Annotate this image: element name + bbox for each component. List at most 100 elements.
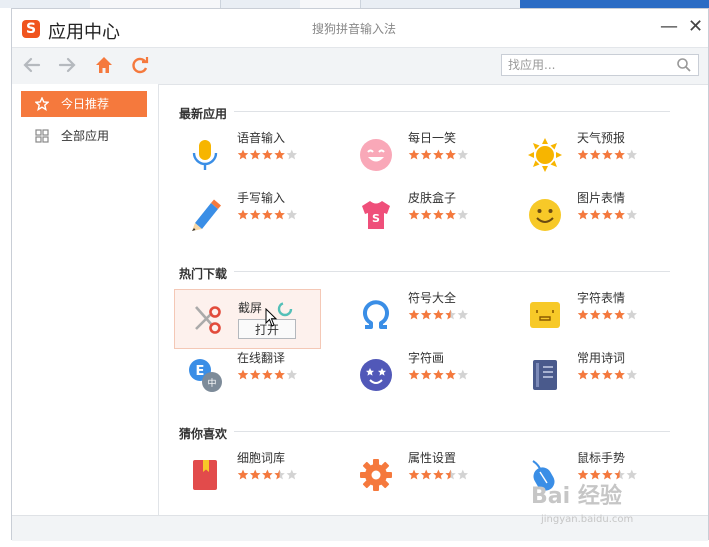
- star-icon: [626, 209, 637, 220]
- sogou-logo: S: [22, 20, 40, 38]
- star-icon: [262, 209, 273, 220]
- star-icon: [602, 149, 613, 160]
- svg-text:E: E: [196, 364, 205, 379]
- star-icon: [286, 369, 297, 380]
- app-name: 符号大全: [408, 291, 457, 305]
- app-card[interactable]: 字符画: [345, 348, 493, 402]
- app-card[interactable]: 手写输入: [174, 188, 322, 242]
- background-taskbar: [0, 0, 709, 8]
- character-face-icon: [530, 302, 560, 328]
- app-card[interactable]: 属性设置: [345, 448, 493, 502]
- star-icon: [250, 209, 261, 220]
- star-icon: [433, 209, 444, 220]
- forward-arrow-icon[interactable]: [56, 54, 78, 76]
- rating-stars: [408, 309, 470, 324]
- translate-icon: E 中: [189, 359, 222, 392]
- star-icon: [433, 469, 444, 480]
- window-title: 搜狗拼音输入法: [312, 22, 397, 36]
- svg-text:S: S: [372, 212, 380, 225]
- app-name: 属性设置: [408, 451, 457, 465]
- bookmark-book-icon: [193, 460, 217, 490]
- book-icon: [533, 360, 557, 390]
- rating-stars: [408, 149, 470, 164]
- rating-stars: [577, 309, 639, 324]
- app-name: 皮肤盒子: [408, 191, 457, 205]
- refresh-icon[interactable]: [129, 54, 151, 76]
- star-icon: [457, 309, 468, 320]
- app-name: 鼠标手势: [577, 451, 626, 465]
- star-rating-svg: [408, 209, 468, 220]
- app-card[interactable]: 语音输入: [174, 128, 322, 182]
- star-icon: [421, 309, 432, 320]
- star-icon: [457, 369, 468, 380]
- mouse-cursor-icon: [265, 308, 278, 327]
- app-card[interactable]: 字符表情: [514, 288, 662, 342]
- app-center-window: S 应用中心 搜狗拼音输入法 — ✕ 今日推荐: [11, 8, 709, 541]
- section-title-latest: 最新应用: [179, 107, 228, 121]
- rating-stars: [237, 469, 299, 484]
- app-card[interactable]: S 皮肤盒子: [345, 188, 493, 242]
- star-rating-svg: [237, 209, 297, 220]
- app-card[interactable]: 图片表情: [514, 188, 662, 242]
- app-card[interactable]: 常用诗词: [514, 348, 662, 402]
- rating-stars: [408, 469, 470, 484]
- star-icon: [274, 369, 285, 380]
- star-icon: [286, 209, 297, 220]
- app-card[interactable]: 每日一笑: [345, 128, 493, 182]
- section-title-guess-you-like: 猜你喜欢: [179, 427, 228, 441]
- sun-icon: [528, 138, 562, 172]
- app-name: 天气预报: [577, 131, 626, 145]
- star-rating-svg: [577, 149, 637, 160]
- home-icon[interactable]: [93, 54, 115, 76]
- star-icon: [35, 97, 49, 111]
- sidebar-item-today-recommend[interactable]: 今日推荐: [21, 91, 147, 117]
- scissors-icon: [195, 306, 221, 334]
- sidebar-item-label: 今日推荐: [61, 97, 110, 111]
- watermark-line1: Bai 经验: [531, 484, 622, 509]
- pencil-icon: [192, 199, 221, 231]
- star-rating-svg: [237, 149, 297, 160]
- search-icon[interactable]: [676, 57, 692, 73]
- rating-stars: [237, 369, 299, 384]
- rating-stars: [577, 369, 639, 384]
- star-icon: [457, 209, 468, 220]
- star-rating-svg: [408, 149, 468, 160]
- app-card[interactable]: 符号大全: [345, 288, 493, 342]
- star-icon: [590, 309, 601, 320]
- main-content: 最新应用 语音输入 每日一笑 天气预报 手写输入 S 皮肤盒子 图片表情 热门下…: [159, 84, 708, 515]
- smiley-face-icon: [360, 139, 392, 171]
- star-rating-svg: [237, 469, 297, 480]
- star-icon: [237, 149, 249, 160]
- tshirt-icon: S: [362, 201, 390, 229]
- sidebar-item-all-apps[interactable]: 全部应用: [21, 123, 147, 149]
- back-arrow-icon[interactable]: [21, 54, 43, 76]
- app-card[interactable]: E 中 在线翻译: [174, 348, 322, 402]
- star-icon: [445, 309, 456, 320]
- star-icon: [408, 369, 420, 380]
- star-icon: [250, 149, 261, 160]
- app-name: 常用诗词: [577, 351, 626, 365]
- grid-icon: [35, 129, 49, 143]
- rating-stars: [577, 149, 639, 164]
- star-icon: [626, 469, 637, 480]
- star-icon: [445, 149, 456, 160]
- star-icon: [421, 369, 432, 380]
- star-rating-svg: [408, 469, 468, 480]
- star-icon: [577, 369, 589, 380]
- rating-stars: [408, 369, 470, 384]
- app-card[interactable]: 天气预报: [514, 128, 662, 182]
- minimize-button[interactable]: —: [660, 16, 678, 37]
- star-icon: [408, 469, 420, 480]
- search-input[interactable]: [502, 55, 674, 75]
- star-icon: [577, 309, 589, 320]
- watermark-line2: jingyan.baidu.com: [541, 514, 634, 525]
- app-card[interactable]: 细胞词库: [174, 448, 322, 502]
- section-divider: [234, 271, 670, 272]
- search-box: [501, 54, 699, 76]
- star-icon: [250, 469, 261, 480]
- star-icon: [577, 209, 589, 220]
- app-card-hovered[interactable]: 截屏 打开: [174, 289, 321, 349]
- close-button[interactable]: ✕: [688, 16, 703, 37]
- app-name: 语音输入: [237, 131, 286, 145]
- star-rating-svg: [408, 309, 468, 320]
